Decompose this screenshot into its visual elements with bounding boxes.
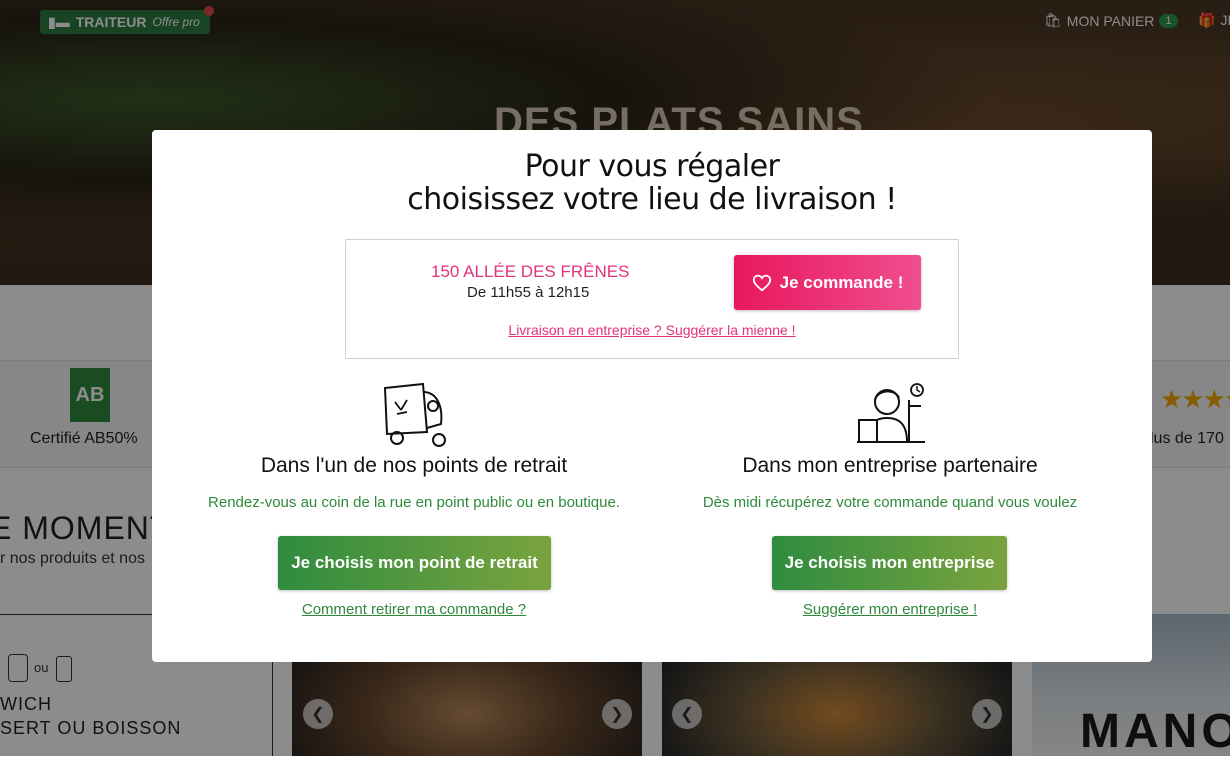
heart-icon <box>752 274 771 292</box>
pickup-point-option: Dans l'un de nos points de retrait Rende… <box>184 380 644 630</box>
suggest-company-link[interactable]: Livraison en entreprise ? Suggérer la mi… <box>346 322 958 338</box>
choose-pickup-point-button[interactable]: Je choisis mon point de retrait <box>278 536 551 590</box>
how-to-pickup-link[interactable]: Comment retirer ma commande ? <box>184 601 644 618</box>
address-name: 150 ALLÉE DES FRÊNES <box>431 262 630 281</box>
modal-title-line-2: choisissez votre lieu de livraison ! <box>407 182 897 217</box>
pickup-description: Rendez-vous au coin de la rue en point p… <box>208 494 620 511</box>
delivery-location-modal: Pour vous régaler choisissez votre lieu … <box>152 130 1152 662</box>
company-option: Dans mon entreprise partenaire Dès midi … <box>660 380 1120 630</box>
modal-title-line-1: Pour vous régaler <box>524 149 780 184</box>
choose-company-button[interactable]: Je choisis mon entreprise <box>772 536 1007 590</box>
saved-address-card: 150 ALLÉE DES FRÊNES De 11h55 à 12h15 Je… <box>345 239 959 359</box>
delivery-tricycle-icon <box>383 382 446 447</box>
order-button-label: Je commande ! <box>779 272 904 292</box>
office-worker-icon <box>857 383 925 443</box>
company-title: Dans mon entreprise partenaire <box>742 454 1038 477</box>
order-button[interactable]: Je commande ! <box>734 255 921 310</box>
pickup-title: Dans l'un de nos points de retrait <box>260 454 568 477</box>
delivery-hours: De 11h55 à 12h15 <box>467 284 590 301</box>
company-description: Dès midi récupérez votre commande quand … <box>702 494 1078 511</box>
suggest-my-company-link[interactable]: Suggérer mon entreprise ! <box>660 601 1120 618</box>
modal-title: Pour vous régaler choisissez votre lieu … <box>152 150 1152 216</box>
